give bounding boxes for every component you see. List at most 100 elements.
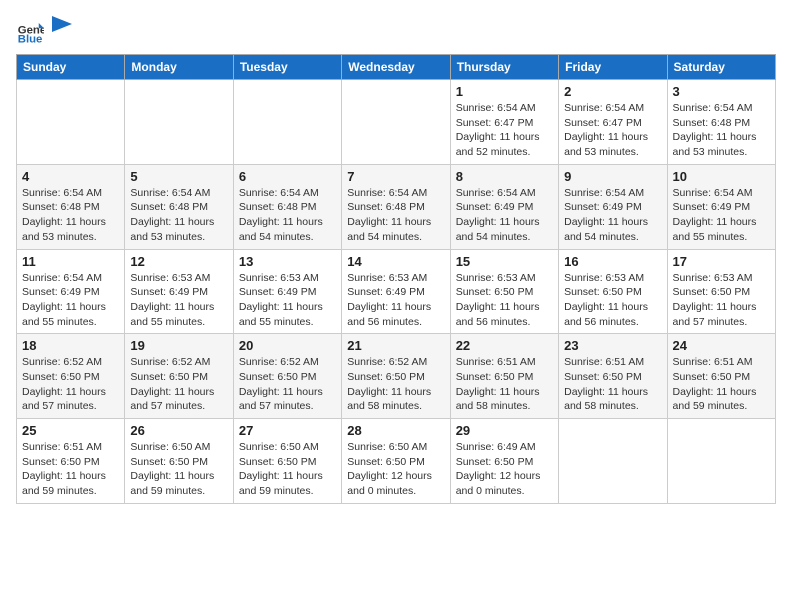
day-info: Sunrise: 6:51 AM Sunset: 6:50 PM Dayligh…: [673, 355, 770, 414]
day-number: 23: [564, 338, 661, 353]
calendar-cell: [125, 80, 233, 165]
calendar-week-row: 11 Sunrise: 6:54 AM Sunset: 6:49 PM Dayli…: [17, 249, 776, 334]
day-info: Sunrise: 6:51 AM Sunset: 6:50 PM Dayligh…: [564, 355, 661, 414]
page-header: General Blue: [16, 16, 776, 44]
weekday-header-tuesday: Tuesday: [233, 55, 341, 80]
calendar-cell: 9 Sunrise: 6:54 AM Sunset: 6:49 PM Daylig…: [559, 164, 667, 249]
day-info: Sunrise: 6:54 AM Sunset: 6:48 PM Dayligh…: [347, 186, 444, 245]
day-info: Sunrise: 6:54 AM Sunset: 6:47 PM Dayligh…: [456, 101, 553, 160]
day-number: 24: [673, 338, 770, 353]
day-info: Sunrise: 6:53 AM Sunset: 6:50 PM Dayligh…: [456, 271, 553, 330]
calendar-cell: 8 Sunrise: 6:54 AM Sunset: 6:49 PM Daylig…: [450, 164, 558, 249]
day-number: 8: [456, 169, 553, 184]
day-info: Sunrise: 6:52 AM Sunset: 6:50 PM Dayligh…: [347, 355, 444, 414]
calendar-cell: 17 Sunrise: 6:53 AM Sunset: 6:50 PM Dayli…: [667, 249, 775, 334]
day-info: Sunrise: 6:54 AM Sunset: 6:49 PM Dayligh…: [456, 186, 553, 245]
calendar-cell: 21 Sunrise: 6:52 AM Sunset: 6:50 PM Dayli…: [342, 334, 450, 419]
day-number: 7: [347, 169, 444, 184]
day-info: Sunrise: 6:54 AM Sunset: 6:49 PM Dayligh…: [22, 271, 119, 330]
day-number: 13: [239, 254, 336, 269]
calendar-cell: 19 Sunrise: 6:52 AM Sunset: 6:50 PM Dayli…: [125, 334, 233, 419]
calendar-body: 1 Sunrise: 6:54 AM Sunset: 6:47 PM Daylig…: [17, 80, 776, 504]
day-number: 3: [673, 84, 770, 99]
day-number: 26: [130, 423, 227, 438]
weekday-header-friday: Friday: [559, 55, 667, 80]
calendar-cell: 11 Sunrise: 6:54 AM Sunset: 6:49 PM Dayli…: [17, 249, 125, 334]
day-info: Sunrise: 6:54 AM Sunset: 6:48 PM Dayligh…: [22, 186, 119, 245]
day-info: Sunrise: 6:54 AM Sunset: 6:48 PM Dayligh…: [130, 186, 227, 245]
calendar-cell: 10 Sunrise: 6:54 AM Sunset: 6:49 PM Dayli…: [667, 164, 775, 249]
day-number: 6: [239, 169, 336, 184]
day-number: 5: [130, 169, 227, 184]
day-info: Sunrise: 6:52 AM Sunset: 6:50 PM Dayligh…: [130, 355, 227, 414]
calendar-cell: 2 Sunrise: 6:54 AM Sunset: 6:47 PM Daylig…: [559, 80, 667, 165]
day-number: 20: [239, 338, 336, 353]
day-number: 19: [130, 338, 227, 353]
calendar-cell: [17, 80, 125, 165]
calendar-cell: [559, 419, 667, 504]
calendar-cell: 23 Sunrise: 6:51 AM Sunset: 6:50 PM Dayli…: [559, 334, 667, 419]
day-info: Sunrise: 6:54 AM Sunset: 6:48 PM Dayligh…: [673, 101, 770, 160]
day-info: Sunrise: 6:53 AM Sunset: 6:49 PM Dayligh…: [239, 271, 336, 330]
day-info: Sunrise: 6:54 AM Sunset: 6:48 PM Dayligh…: [239, 186, 336, 245]
day-number: 25: [22, 423, 119, 438]
day-number: 16: [564, 254, 661, 269]
day-info: Sunrise: 6:54 AM Sunset: 6:49 PM Dayligh…: [673, 186, 770, 245]
calendar-week-row: 4 Sunrise: 6:54 AM Sunset: 6:48 PM Daylig…: [17, 164, 776, 249]
weekday-header-saturday: Saturday: [667, 55, 775, 80]
calendar-week-row: 18 Sunrise: 6:52 AM Sunset: 6:50 PM Dayli…: [17, 334, 776, 419]
calendar-cell: 5 Sunrise: 6:54 AM Sunset: 6:48 PM Daylig…: [125, 164, 233, 249]
day-number: 18: [22, 338, 119, 353]
calendar-cell: 12 Sunrise: 6:53 AM Sunset: 6:49 PM Dayli…: [125, 249, 233, 334]
day-info: Sunrise: 6:51 AM Sunset: 6:50 PM Dayligh…: [22, 440, 119, 499]
calendar-week-row: 1 Sunrise: 6:54 AM Sunset: 6:47 PM Daylig…: [17, 80, 776, 165]
calendar-cell: 28Sunrise: 6:50 AM Sunset: 6:50 PM Dayli…: [342, 419, 450, 504]
day-info: Sunrise: 6:54 AM Sunset: 6:49 PM Dayligh…: [564, 186, 661, 245]
day-number: 4: [22, 169, 119, 184]
day-number: 10: [673, 169, 770, 184]
day-info: Sunrise: 6:53 AM Sunset: 6:49 PM Dayligh…: [347, 271, 444, 330]
day-number: 17: [673, 254, 770, 269]
calendar-header-row: SundayMondayTuesdayWednesdayThursdayFrid…: [17, 55, 776, 80]
day-number: 12: [130, 254, 227, 269]
day-info: Sunrise: 6:54 AM Sunset: 6:47 PM Dayligh…: [564, 101, 661, 160]
calendar-cell: 1 Sunrise: 6:54 AM Sunset: 6:47 PM Daylig…: [450, 80, 558, 165]
weekday-header-wednesday: Wednesday: [342, 55, 450, 80]
day-number: 11: [22, 254, 119, 269]
calendar-cell: 27 Sunrise: 6:50 AM Sunset: 6:50 PM Dayli…: [233, 419, 341, 504]
calendar-cell: 6 Sunrise: 6:54 AM Sunset: 6:48 PM Daylig…: [233, 164, 341, 249]
logo: General Blue: [16, 16, 72, 44]
day-info: Sunrise: 6:53 AM Sunset: 6:49 PM Dayligh…: [130, 271, 227, 330]
day-number: 2: [564, 84, 661, 99]
calendar-cell: 13 Sunrise: 6:53 AM Sunset: 6:49 PM Dayli…: [233, 249, 341, 334]
calendar-cell: 7 Sunrise: 6:54 AM Sunset: 6:48 PM Daylig…: [342, 164, 450, 249]
day-number: 21: [347, 338, 444, 353]
day-info: Sunrise: 6:53 AM Sunset: 6:50 PM Dayligh…: [673, 271, 770, 330]
day-number: 1: [456, 84, 553, 99]
weekday-header-thursday: Thursday: [450, 55, 558, 80]
calendar-cell: 14 Sunrise: 6:53 AM Sunset: 6:49 PM Dayli…: [342, 249, 450, 334]
calendar-table: SundayMondayTuesdayWednesdayThursdayFrid…: [16, 54, 776, 504]
weekday-header-sunday: Sunday: [17, 55, 125, 80]
calendar-cell: 4 Sunrise: 6:54 AM Sunset: 6:48 PM Daylig…: [17, 164, 125, 249]
calendar-cell: 18Sunrise: 6:52 AM Sunset: 6:50 PM Dayli…: [17, 334, 125, 419]
calendar-cell: 22 Sunrise: 6:51 AM Sunset: 6:50 PM Dayli…: [450, 334, 558, 419]
calendar-cell: [342, 80, 450, 165]
calendar-cell: 29Sunrise: 6:49 AM Sunset: 6:50 PM Dayli…: [450, 419, 558, 504]
day-number: 22: [456, 338, 553, 353]
day-info: Sunrise: 6:50 AM Sunset: 6:50 PM Dayligh…: [347, 440, 444, 499]
day-info: Sunrise: 6:50 AM Sunset: 6:50 PM Dayligh…: [239, 440, 336, 499]
day-number: 9: [564, 169, 661, 184]
calendar-cell: 24 Sunrise: 6:51 AM Sunset: 6:50 PM Dayli…: [667, 334, 775, 419]
calendar-week-row: 25 Sunrise: 6:51 AM Sunset: 6:50 PM Dayli…: [17, 419, 776, 504]
calendar-cell: 25 Sunrise: 6:51 AM Sunset: 6:50 PM Dayli…: [17, 419, 125, 504]
day-number: 14: [347, 254, 444, 269]
calendar-cell: 16 Sunrise: 6:53 AM Sunset: 6:50 PM Dayli…: [559, 249, 667, 334]
day-number: 27: [239, 423, 336, 438]
day-info: Sunrise: 6:53 AM Sunset: 6:50 PM Dayligh…: [564, 271, 661, 330]
day-info: Sunrise: 6:51 AM Sunset: 6:50 PM Dayligh…: [456, 355, 553, 414]
calendar-cell: 3 Sunrise: 6:54 AM Sunset: 6:48 PM Daylig…: [667, 80, 775, 165]
svg-text:Blue: Blue: [18, 33, 43, 44]
calendar-cell: [233, 80, 341, 165]
day-info: Sunrise: 6:52 AM Sunset: 6:50 PM Dayligh…: [239, 355, 336, 414]
